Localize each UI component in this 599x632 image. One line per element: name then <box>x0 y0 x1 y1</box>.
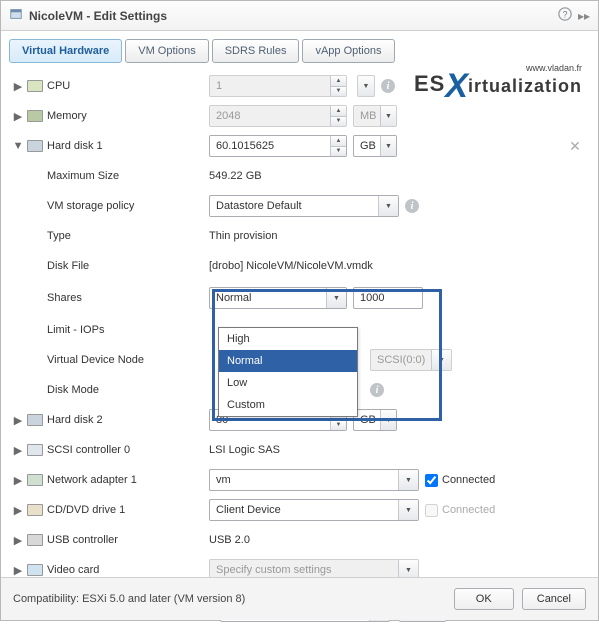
shares-dropdown[interactable]: High Normal Low Custom <box>218 327 358 417</box>
tab-vapp-options[interactable]: vApp Options <box>302 39 394 63</box>
net-connected-check[interactable]: Connected <box>425 474 495 487</box>
usb-icon <box>27 534 43 546</box>
label-cpu: CPU <box>47 80 70 92</box>
max-size-value: 549.22 GB <box>209 170 262 182</box>
label-net: Network adapter 1 <box>47 474 137 486</box>
expand-disk2[interactable]: ▶ <box>13 415 23 425</box>
cd-icon <box>27 504 43 516</box>
cddvd-select[interactable]: Client Device ▼ <box>209 499 419 521</box>
window-icon <box>9 7 23 24</box>
shares-select[interactable]: Normal ▼ <box>209 287 347 309</box>
row-network: ▶ Network adapter 1 vm ▼ Connected <box>9 465 590 495</box>
info-icon[interactable]: i <box>381 79 395 93</box>
expand-usb[interactable]: ▶ <box>13 535 23 545</box>
memory-unit[interactable]: MB ▼ <box>353 105 397 127</box>
cpu-icon <box>27 80 43 92</box>
scsi-value: LSI Logic SAS <box>209 444 280 456</box>
ok-button[interactable]: OK <box>454 588 514 610</box>
row-usb: ▶ USB controller USB 2.0 <box>9 525 590 555</box>
row-hard-disk-1: ▼ Hard disk 1 60.1015625 ▲▼ GB ▼ ✕ <box>9 131 590 161</box>
footer: Compatibility: ESXi 5.0 and later (VM ve… <box>1 577 598 620</box>
label-cd: CD/DVD drive 1 <box>47 504 125 516</box>
cd-connected-check: Connected <box>425 504 495 517</box>
memory-icon <box>27 110 43 122</box>
info-icon[interactable]: i <box>405 199 419 213</box>
disk-icon <box>27 414 43 426</box>
row-cpu: ▶ CPU 1 ▲▼ ▼ i <box>9 71 590 101</box>
video-icon <box>27 564 43 576</box>
svg-text:?: ? <box>563 10 568 20</box>
shares-value[interactable]: 1000 <box>353 287 423 309</box>
storage-policy-select[interactable]: Datastore Default ▼ <box>209 195 399 217</box>
titlebar: NicoleVM - Edit Settings ? ▸▸ <box>1 1 598 31</box>
collapse-disk1[interactable]: ▼ <box>13 141 23 151</box>
memory-value[interactable]: 2048 ▲▼ <box>209 105 347 127</box>
network-icon <box>27 474 43 486</box>
remove-disk1[interactable]: ✕ <box>569 138 581 155</box>
expand-scsi[interactable]: ▶ <box>13 445 23 455</box>
network-select[interactable]: vm ▼ <box>209 469 419 491</box>
tab-vm-options[interactable]: VM Options <box>125 39 208 63</box>
disk-file-value: [drobo] NicoleVM/NicoleVM.vmdk <box>209 260 373 272</box>
help-icon[interactable]: ? <box>558 7 572 24</box>
label-usb: USB controller <box>47 534 118 546</box>
expand-net[interactable]: ▶ <box>13 475 23 485</box>
expand-cpu[interactable]: ▶ <box>13 81 23 91</box>
disk2-unit[interactable]: GB ▼ <box>353 409 397 431</box>
shares-opt-custom[interactable]: Custom <box>219 394 357 416</box>
window-title: NicoleVM - Edit Settings <box>29 9 167 23</box>
disk1-size[interactable]: 60.1015625 ▲▼ <box>209 135 347 157</box>
row-cddvd: ▶ CD/DVD drive 1 Client Device ▼ Connect… <box>9 495 590 525</box>
row-storage-policy: VM storage policy Datastore Default ▼ i <box>9 191 590 221</box>
cpu-dd[interactable]: ▼ <box>353 75 375 97</box>
tab-sdrs-rules[interactable]: SDRS Rules <box>212 39 300 63</box>
cpu-count[interactable]: 1 ▲▼ <box>209 75 347 97</box>
tab-bar: Virtual Hardware VM Options SDRS Rules v… <box>9 39 590 63</box>
expand-memory[interactable]: ▶ <box>13 111 23 121</box>
shares-opt-high[interactable]: High <box>219 328 357 350</box>
row-disk-file: Disk File [drobo] NicoleVM/NicoleVM.vmdk <box>9 251 590 281</box>
row-type: Type Thin provision <box>9 221 590 251</box>
row-scsi: ▶ SCSI controller 0 LSI Logic SAS <box>9 435 590 465</box>
row-shares: Shares Normal ▼ 1000 <box>9 281 590 315</box>
expand-cd[interactable]: ▶ <box>13 505 23 515</box>
label-video: Video card <box>47 564 99 576</box>
disk-icon <box>27 140 43 152</box>
row-max-size: Maximum Size 549.22 GB <box>9 161 590 191</box>
shares-opt-low[interactable]: Low <box>219 372 357 394</box>
label-disk2: Hard disk 2 <box>47 414 103 426</box>
info-icon[interactable]: i <box>370 383 384 397</box>
expand-icon[interactable]: ▸▸ <box>578 9 590 23</box>
label-memory: Memory <box>47 110 87 122</box>
compatibility-text: Compatibility: ESXi 5.0 and later (VM ve… <box>13 593 245 605</box>
disk1-unit[interactable]: GB ▼ <box>353 135 397 157</box>
vdn-select[interactable]: SCSI(0:0) ▼ <box>370 349 452 371</box>
usb-value: USB 2.0 <box>209 534 250 546</box>
label-disk1: Hard disk 1 <box>47 140 103 152</box>
cancel-button[interactable]: Cancel <box>522 588 586 610</box>
shares-opt-normal[interactable]: Normal <box>219 350 357 372</box>
label-scsi: SCSI controller 0 <box>47 444 130 456</box>
tab-virtual-hardware[interactable]: Virtual Hardware <box>9 39 122 63</box>
row-memory: ▶ Memory 2048 ▲▼ MB ▼ <box>9 101 590 131</box>
scsi-icon <box>27 444 43 456</box>
expand-video[interactable]: ▶ <box>13 565 23 575</box>
type-value: Thin provision <box>209 230 277 242</box>
